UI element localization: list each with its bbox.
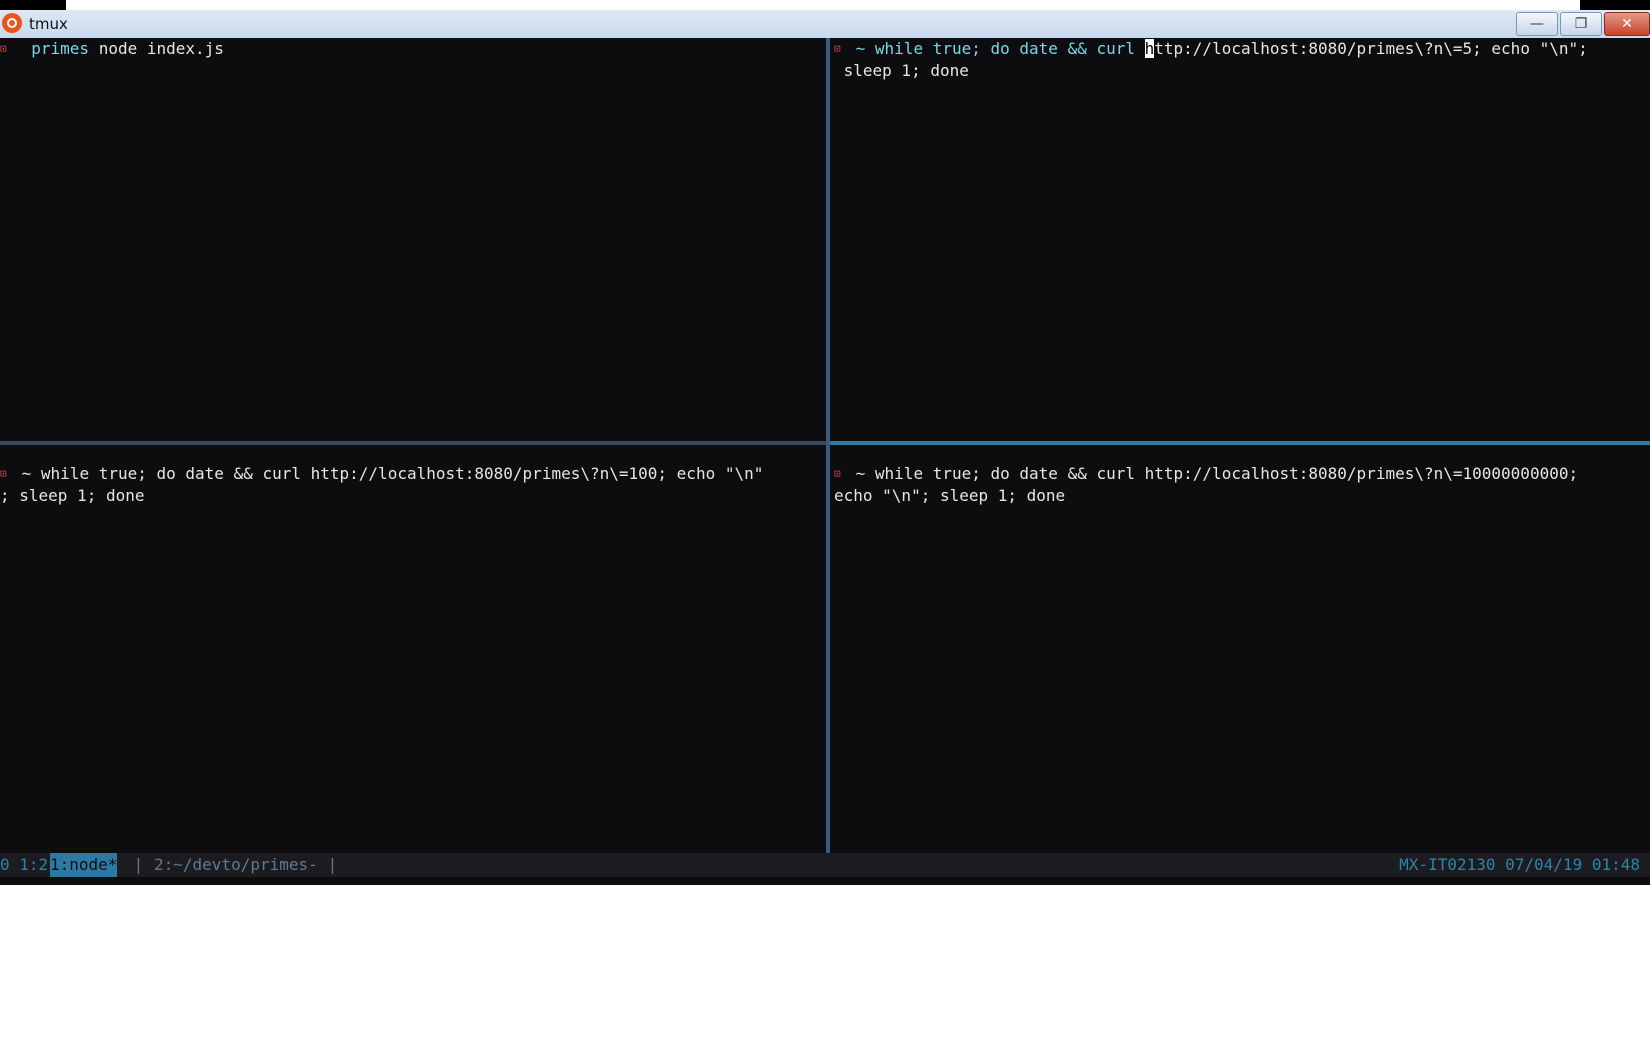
ubuntu-app-icon[interactable] (2, 13, 22, 33)
prompt-line-continued: ; sleep 1; done (0, 486, 145, 505)
horizontal-pane-divider-left[interactable] (0, 441, 826, 445)
window-title: tmux (29, 15, 68, 33)
prompt-line: ⊡ ~ while true; do date && curl http://l… (834, 463, 1578, 485)
pane-badge-icon: ⊡ (834, 42, 841, 55)
prompt-line-continued: echo "\n"; sleep 1; done (834, 486, 1066, 505)
prompt-line: ⊡ ~ while true; do date && curl http://l… (0, 463, 763, 485)
other-window-tab[interactable]: 2:~/devto/primes- (154, 853, 318, 877)
status-separator: | (124, 855, 153, 874)
top-strip-left (0, 0, 66, 10)
prompt-command-start: ~ while true; do date && curl (855, 39, 1145, 58)
close-button[interactable]: ✕ (1604, 12, 1650, 36)
pane-bottom-left[interactable]: ⊡ ~ while true; do date && curl http://l… (0, 463, 826, 878)
prompt-line: ⊡ primes node index.js (0, 38, 224, 60)
minimize-button[interactable]: — (1516, 12, 1558, 36)
prompt-command: node index.js (89, 39, 224, 58)
status-host-datetime: MX-IT02130 07/04/19 01:48 (1399, 855, 1640, 874)
tmux-status-bar: 0 1:2 1:node* | 2:~/devto/primes- | MX-I… (0, 853, 1650, 877)
pane-bottom-right[interactable]: ⊡ ~ while true; do date && curl http://l… (834, 463, 1650, 878)
horizontal-pane-divider-right[interactable] (830, 441, 1650, 445)
prompt-command: ~ while true; do date && curl http://loc… (855, 464, 1579, 483)
top-strip-right (1580, 0, 1650, 10)
prompt-directory: primes (31, 39, 90, 58)
tmux-window: tmux — ❐ ✕ ⊡ primes node index.js ⊡ ~ wh… (0, 10, 1650, 885)
prompt-command-rest: ttp://localhost:8080/primes\?n\=5; echo … (1154, 39, 1588, 58)
pane-badge-icon: ⊡ (0, 42, 7, 55)
prompt-command: ~ while true; do date && curl http://loc… (21, 464, 764, 483)
restore-button[interactable]: ❐ (1560, 12, 1602, 36)
top-strip (0, 0, 1650, 10)
terminal-area[interactable]: ⊡ primes node index.js ⊡ ~ while true; d… (0, 38, 1650, 885)
vertical-pane-divider[interactable] (826, 38, 830, 853)
pane-badge-icon: ⊡ (0, 467, 7, 480)
pane-badge-icon: ⊡ (834, 467, 841, 480)
pane-top-right[interactable]: ⊡ ~ while true; do date && curl http://l… (834, 38, 1650, 440)
status-separator: | (318, 855, 338, 874)
titlebar[interactable]: tmux — ❐ ✕ (0, 10, 1650, 39)
text-cursor: h (1144, 39, 1155, 58)
pane-top-left[interactable]: ⊡ primes node index.js (0, 38, 826, 440)
prompt-line: ⊡ ~ while true; do date && curl http://l… (834, 38, 1588, 60)
session-index: 0 1:2 (0, 855, 49, 874)
prompt-line-continued: sleep 1; done (834, 61, 969, 80)
current-window-tab[interactable]: 1:node* (50, 853, 118, 877)
